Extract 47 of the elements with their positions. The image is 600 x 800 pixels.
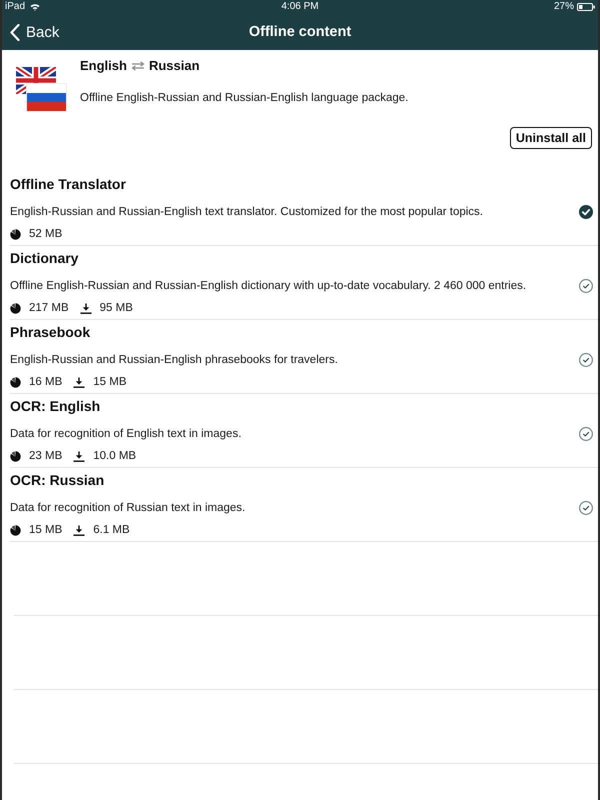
section-description: Offline English-Russian and Russian-English dictionary with up-to-date vocabulary. 2 460 000 entries.: [10, 279, 526, 294]
pie-chart-icon: [10, 524, 21, 536]
download-size: 6.1 MB: [93, 523, 130, 538]
battery-icon: [577, 3, 595, 11]
storage-size: 16 MB: [29, 375, 62, 390]
wifi-icon: [30, 3, 40, 11]
swap-arrows-icon: [130, 61, 145, 71]
device-name: iPad: [5, 1, 26, 13]
section-description: Data for recognition of Russian text in images.: [10, 501, 246, 516]
check-circle-outline-icon[interactable]: [579, 353, 593, 367]
pie-chart-icon: [10, 228, 21, 240]
section-description: Data for recognition of English text in images.: [10, 427, 242, 442]
check-circle-outline-icon[interactable]: [579, 501, 593, 515]
section-description: English-Russian and Russian-English text translator. Customized for the most popular topics.: [10, 205, 484, 220]
pie-chart-icon: [10, 376, 21, 388]
check-circle-outline-icon[interactable]: [579, 279, 593, 293]
download-size: 10.0 MB: [93, 449, 136, 464]
download-size: 95 MB: [100, 301, 133, 316]
uninstall-all-button[interactable]: Uninstall all: [510, 127, 592, 149]
storage-size: 52 MB: [29, 227, 62, 242]
check-circle-outline-icon[interactable]: [579, 427, 593, 441]
source-language: English: [80, 58, 127, 74]
back-button[interactable]: Back: [2, 19, 60, 45]
check-circle-filled-icon[interactable]: [579, 205, 593, 219]
storage-size: 217 MB: [29, 301, 69, 316]
screen-title: Offline content: [248, 24, 352, 40]
storage-size: 15 MB: [29, 523, 62, 538]
package-description: Offline English-Russian and Russian-English language package.: [80, 91, 408, 106]
section-title: OCR: Russian: [10, 472, 104, 488]
section-title: Offline Translator: [10, 176, 126, 192]
target-language: Russian: [148, 58, 200, 74]
download-icon: [73, 450, 86, 462]
download-icon: [73, 376, 86, 388]
section-title: Dictionary: [10, 250, 78, 266]
chevron-left-icon: [10, 24, 20, 40]
pie-chart-icon: [10, 302, 21, 314]
russian-flag-icon: [26, 83, 67, 112]
section-title: OCR: English: [10, 398, 100, 414]
download-icon: [73, 524, 86, 536]
section-description: English-Russian and Russian-English phrasebooks for travelers.: [10, 353, 338, 368]
pie-chart-icon: [10, 450, 21, 462]
download-size: 15 MB: [93, 375, 126, 390]
status-time: 4:06 PM: [281, 1, 319, 12]
download-icon: [80, 302, 92, 314]
section-title: Phrasebook: [10, 324, 90, 340]
battery-percentage: 27%: [554, 1, 574, 13]
storage-size: 23 MB: [29, 449, 62, 464]
